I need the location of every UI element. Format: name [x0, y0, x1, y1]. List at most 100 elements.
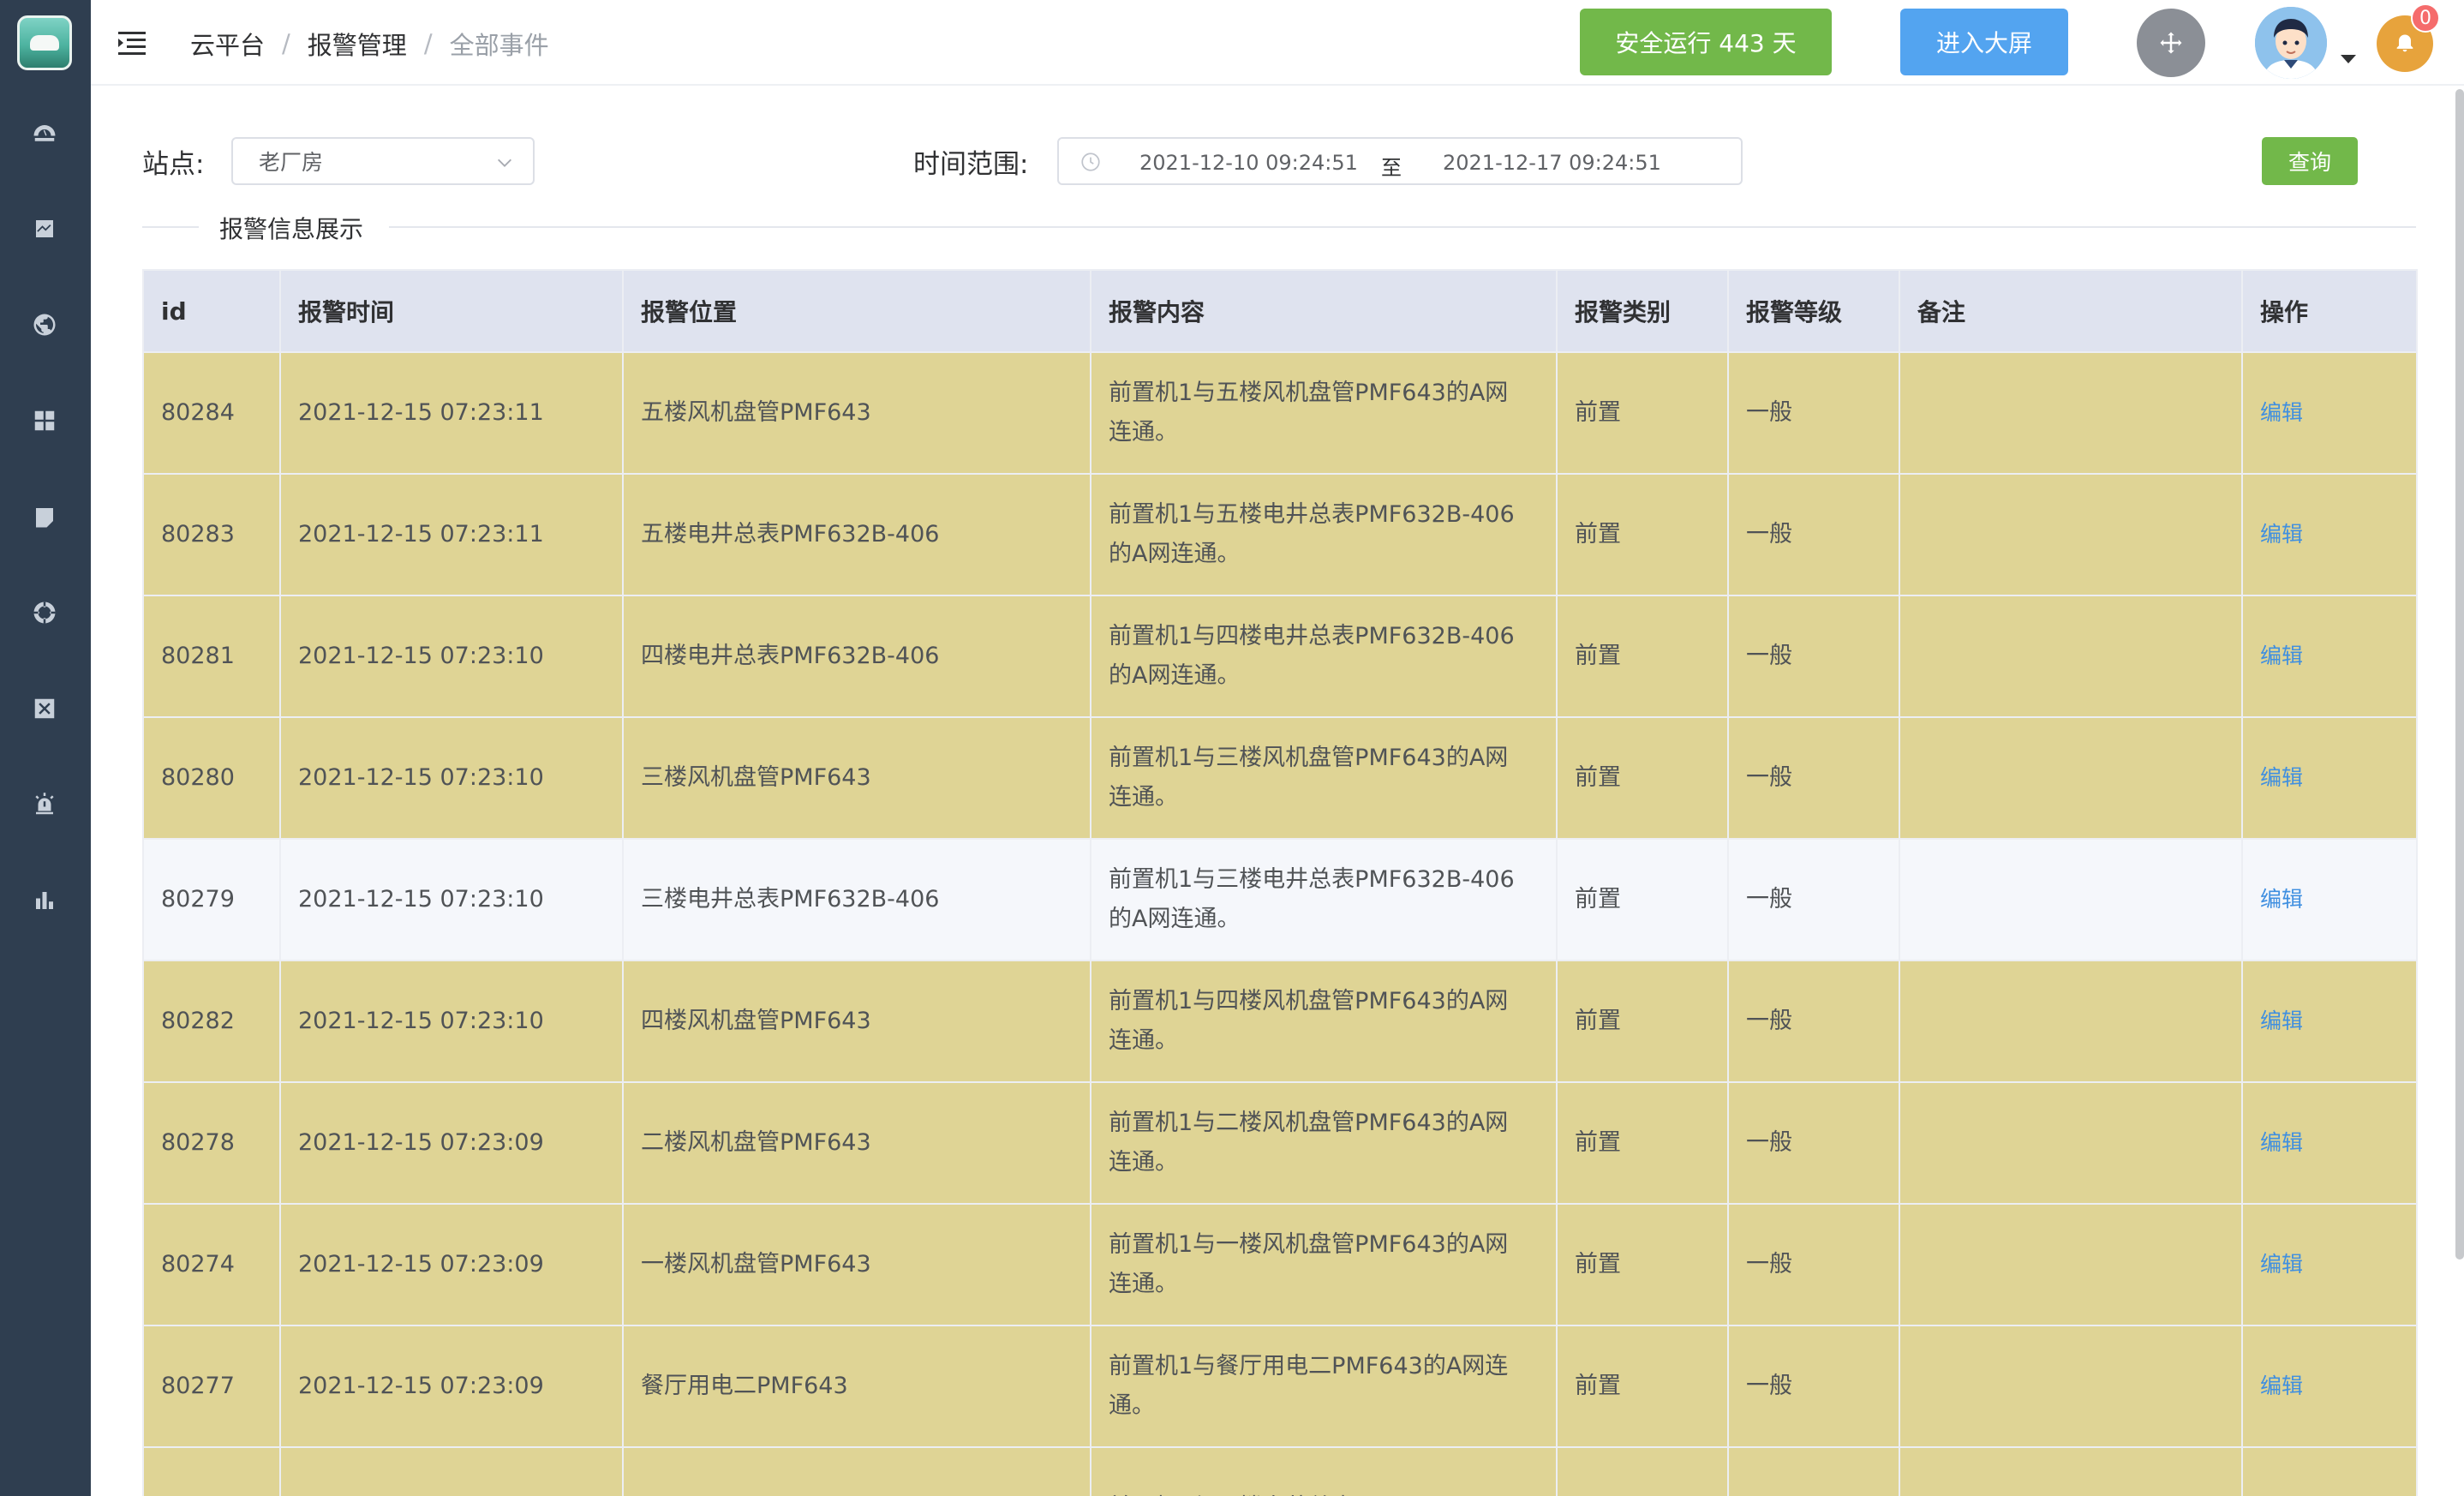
cell-location: 五楼风机盘管PMF643	[622, 351, 1091, 475]
safe-run-days-button[interactable]: 安全运行 443 天	[1580, 9, 1832, 75]
cell-time: 2021-12-15 07:23:10	[279, 838, 624, 961]
cell-note	[1899, 595, 2243, 718]
cell-content: 前置机1与餐厅用电二PMF643的A网连 通。	[1090, 1325, 1558, 1448]
end-time-input[interactable]: 2021-12-17 09:24:51	[1443, 151, 1661, 175]
cell-note	[1899, 838, 2243, 961]
cell-content: 前置机1与五楼电井总表PMF632B-406 的A网连通。	[1090, 473, 1558, 596]
cell-note	[1899, 1081, 2243, 1205]
column-header-time: 报警时间	[279, 269, 624, 353]
edit-link[interactable]: 编辑	[2260, 643, 2303, 668]
cell-location: 三楼风机盘管PMF643	[622, 716, 1091, 840]
section-divider-right	[389, 226, 2416, 228]
query-button[interactable]: 查询	[2262, 137, 2358, 185]
start-time-input[interactable]: 2021-12-10 09:24:51	[1139, 151, 1358, 175]
breadcrumb-separator: /	[282, 29, 290, 58]
breadcrumb-item-all-events: 全部事件	[449, 31, 549, 60]
cell-level: 一般	[1727, 473, 1900, 596]
cell-id: 80279	[142, 838, 281, 961]
column-header-id: id	[142, 269, 281, 353]
cell-category	[1556, 1446, 1729, 1496]
close-box-icon[interactable]	[28, 692, 61, 725]
table-row[interactable]: 80279 2021-12-15 07:23:10 三楼电井总表PMF632B-40…	[142, 838, 2418, 961]
menu-toggle-icon[interactable]	[117, 27, 147, 58]
table-row[interactable]: 80277 2021-12-15 07:23:09 餐厅用电二PMF643 前置机1与…	[142, 1325, 2418, 1448]
table-row[interactable]: 前置机1与二楼电井总表PMF632B-406	[142, 1446, 2418, 1496]
date-range-picker[interactable]: 2021-12-10 09:24:51 至 2021-12-17 09:24:5…	[1057, 137, 1743, 185]
table-row[interactable]: 80278 2021-12-15 07:23:09 二楼风机盘管PMF643 前置机1…	[142, 1081, 2418, 1205]
bar-chart-icon[interactable]	[28, 884, 61, 917]
breadcrumb-item-cloud[interactable]: 云平台	[190, 26, 265, 62]
edit-link[interactable]: 编辑	[2260, 522, 2303, 547]
edit-link[interactable]: 编辑	[2260, 887, 2303, 912]
time-range-label: 时间范围:	[913, 149, 1029, 180]
column-header-location: 报警位置	[622, 269, 1091, 353]
content-line: 的A网连通。	[1109, 906, 1241, 932]
cell-content: 前置机1与五楼风机盘管PMF643的A网 连通。	[1090, 351, 1558, 475]
cell-time: 2021-12-15 07:23:09	[279, 1325, 624, 1448]
content-line: 的A网连通。	[1109, 662, 1241, 689]
content-line: 前置机1与一楼风机盘管PMF643的A网	[1109, 1231, 1509, 1258]
column-header-note: 备注	[1899, 269, 2243, 353]
cell-note	[1899, 1203, 2243, 1326]
cell-level: 一般	[1727, 1081, 1900, 1205]
cell-action: 编辑	[2241, 716, 2418, 840]
cell-level: 一般	[1727, 595, 1900, 718]
cell-action: 编辑	[2241, 473, 2418, 596]
page-scrollbar[interactable]	[2455, 89, 2464, 1260]
user-menu-caret-icon[interactable]	[2341, 55, 2356, 63]
edit-link[interactable]: 编辑	[2260, 400, 2303, 425]
table-body: 80284 2021-12-15 07:23:11 五楼风机盘管PMF643 前置机1…	[142, 351, 2418, 1496]
alarm-table: id 报警时间 报警位置 报警内容 报警类别 报警等级 备注 操作 80284 2…	[142, 269, 2418, 1496]
target-icon[interactable]	[28, 596, 61, 629]
section-divider-left	[142, 226, 199, 228]
table-row[interactable]: 80274 2021-12-15 07:23:09 一楼风机盘管PMF643 前置机1…	[142, 1203, 2418, 1326]
cell-note	[1899, 716, 2243, 840]
cell-location: 餐厅用电二PMF643	[622, 1325, 1091, 1448]
site-select[interactable]: 老厂房	[231, 137, 535, 185]
cell-content: 前置机1与三楼风机盘管PMF643的A网 连通。	[1090, 716, 1558, 840]
report-icon[interactable]	[28, 500, 61, 533]
cell-content: 前置机1与四楼风机盘管PMF643的A网 连通。	[1090, 960, 1558, 1083]
cell-note	[1899, 1325, 2243, 1448]
table-row[interactable]: 80283 2021-12-15 07:23:11 五楼电井总表PMF632B-40…	[142, 473, 2418, 596]
avatar[interactable]	[2255, 7, 2327, 79]
content-line: 连通。	[1109, 1149, 1178, 1176]
cell-content: 前置机1与四楼电井总表PMF632B-406 的A网连通。	[1090, 595, 1558, 718]
table-row[interactable]: 80284 2021-12-15 07:23:11 五楼风机盘管PMF643 前置机1…	[142, 351, 2418, 475]
cell-location: 一楼风机盘管PMF643	[622, 1203, 1091, 1326]
big-screen-button[interactable]: 进入大屏	[1900, 9, 2068, 75]
table-row[interactable]: 80280 2021-12-15 07:23:10 三楼风机盘管PMF643 前置机1…	[142, 716, 2418, 840]
apps-icon[interactable]	[28, 404, 61, 437]
table-row[interactable]: 80282 2021-12-15 07:23:10 四楼风机盘管PMF643 前置机1…	[142, 960, 2418, 1083]
edit-link[interactable]: 编辑	[2260, 1008, 2303, 1033]
cell-id	[142, 1446, 281, 1496]
chart-icon[interactable]	[28, 212, 61, 245]
edit-link[interactable]: 编辑	[2260, 1252, 2303, 1277]
notification-badge: 0	[2411, 3, 2440, 33]
breadcrumb: 云平台 / 报警管理 / 全部事件	[190, 26, 549, 62]
table-row[interactable]: 80281 2021-12-15 07:23:10 四楼电井总表PMF632B-40…	[142, 595, 2418, 718]
dashboard-icon[interactable]	[28, 117, 61, 150]
breadcrumb-item-alarm-management[interactable]: 报警管理	[308, 26, 407, 62]
move-icon[interactable]	[2137, 9, 2205, 77]
cell-note	[1899, 473, 2243, 596]
cell-level: 一般	[1727, 960, 1900, 1083]
cell-content: 前置机1与二楼风机盘管PMF643的A网 连通。	[1090, 1081, 1558, 1205]
cell-location	[622, 1446, 1091, 1496]
cell-category: 前置	[1556, 960, 1729, 1083]
content-line: 连通。	[1109, 419, 1178, 446]
edit-link[interactable]: 编辑	[2260, 765, 2303, 790]
edit-link[interactable]: 编辑	[2260, 1373, 2303, 1398]
content-line: 前置机1与四楼电井总表PMF632B-406	[1109, 623, 1515, 649]
cell-category: 前置	[1556, 351, 1729, 475]
cell-note	[1899, 351, 2243, 475]
cell-time	[279, 1446, 624, 1496]
edit-link[interactable]: 编辑	[2260, 1130, 2303, 1155]
app-logo[interactable]	[17, 15, 72, 70]
cell-content: 前置机1与一楼风机盘管PMF643的A网 连通。	[1090, 1203, 1558, 1326]
cell-time: 2021-12-15 07:23:09	[279, 1203, 624, 1326]
cell-time: 2021-12-15 07:23:11	[279, 473, 624, 596]
alarm-icon[interactable]	[28, 788, 61, 821]
globe-icon[interactable]	[28, 308, 61, 341]
content-line: 前置机1与二楼风机盘管PMF643的A网	[1109, 1110, 1509, 1136]
